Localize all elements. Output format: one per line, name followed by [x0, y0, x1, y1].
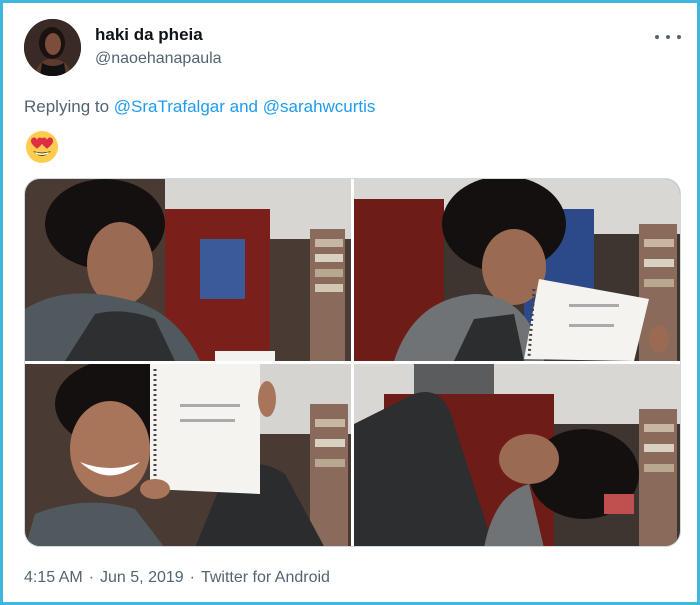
- photo-1[interactable]: [25, 179, 351, 361]
- reply-prefix: Replying to: [24, 97, 110, 116]
- separator-1: ·: [88, 569, 95, 586]
- heart-eyes-emoji: [24, 129, 60, 165]
- tweet-source[interactable]: Twitter for Android: [201, 569, 330, 586]
- avatar[interactable]: [24, 19, 81, 76]
- mention-link-2[interactable]: @sarahwcurtis: [263, 97, 376, 116]
- mention-link-1[interactable]: @SraTrafalgar: [114, 97, 225, 116]
- separator-2: ·: [189, 569, 195, 586]
- media-grid: [24, 178, 681, 547]
- display-name[interactable]: haki da pheia: [95, 25, 203, 45]
- tweet-date[interactable]: Jun 5, 2019: [100, 569, 184, 586]
- replying-to-line: Replying to @SraTrafalgar and @sarahwcur…: [24, 97, 375, 117]
- user-handle[interactable]: @naoehanapaula: [95, 50, 222, 68]
- tweet-card: haki da pheia @naoehanapaula Replying to…: [0, 0, 700, 605]
- photo-3[interactable]: [25, 364, 351, 546]
- photo-4[interactable]: [354, 364, 680, 546]
- tweet-time[interactable]: 4:15 AM: [24, 569, 83, 586]
- more-options-icon[interactable]: [655, 27, 681, 47]
- tweet-metadata: 4:15 AM · Jun 5, 2019 · Twitter for Android: [24, 569, 330, 587]
- reply-conjunction[interactable]: and: [230, 97, 258, 116]
- photo-2[interactable]: [354, 179, 680, 361]
